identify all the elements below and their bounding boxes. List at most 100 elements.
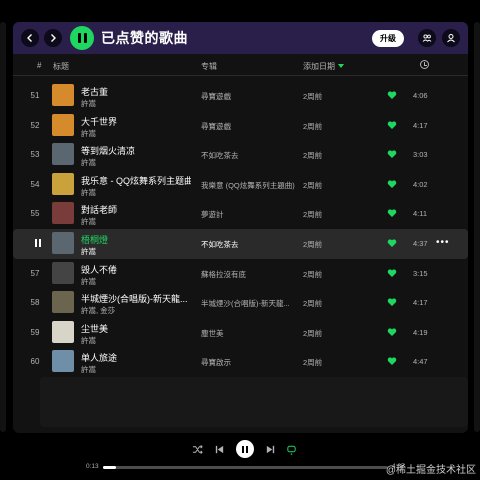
album-art: [52, 261, 74, 284]
progress-fill: [103, 466, 117, 469]
track-album[interactable]: 蘇格拉沒有底: [201, 269, 246, 280]
sort-descending-icon: [338, 64, 344, 68]
track-album[interactable]: 不如吃茶去: [201, 150, 239, 161]
shuffle-button[interactable]: [190, 442, 204, 456]
track-album[interactable]: 塵世美: [201, 328, 224, 339]
column-date-added[interactable]: 添加日期: [303, 61, 335, 72]
column-num: #: [37, 61, 42, 70]
liked-heart-icon[interactable]: [387, 120, 397, 130]
track-artist[interactable]: 許嵩: [81, 157, 96, 168]
track-row[interactable]: 55對話老師許嵩夢遊計2周前4:11•••: [13, 199, 468, 229]
track-row[interactable]: 51老古董許嵩尋寶遊戲2周前4:06•••: [13, 81, 468, 111]
track-row[interactable]: 52大千世界許嵩尋寶遊戲2周前4:17•••: [13, 111, 468, 141]
track-row[interactable]: 53等到烟火清凉許嵩不如吃茶去2周前3:03•••: [13, 140, 468, 170]
track-album[interactable]: 夢遊計: [201, 209, 224, 220]
track-number: 59: [30, 327, 40, 337]
liked-heart-icon[interactable]: [387, 90, 397, 100]
track-artist[interactable]: 許嵩: [81, 98, 96, 109]
track-number: 58: [30, 298, 40, 308]
track-artist[interactable]: 許嵩: [81, 246, 96, 257]
liked-heart-icon[interactable]: [387, 208, 397, 218]
playlist-header: 已点赞的歌曲 升级: [13, 22, 468, 54]
album-art: [52, 84, 74, 106]
profile-button[interactable]: [442, 29, 460, 47]
track-duration: 3:15: [413, 268, 428, 278]
next-button[interactable]: [263, 442, 277, 456]
elapsed-time: 0:13: [86, 463, 99, 470]
track-row[interactable]: 59尘世美許嵩塵世美2周前4:19•••: [13, 318, 468, 348]
track-title[interactable]: 尘世美: [81, 322, 108, 335]
play-pause-button[interactable]: [236, 440, 254, 458]
track-title[interactable]: 我乐意 - QQ炫舞系列主题曲: [81, 174, 191, 187]
track-album[interactable]: 尋寶遊戲: [201, 91, 231, 102]
track-title[interactable]: 毁人不倦: [81, 263, 117, 276]
track-artist[interactable]: 許嵩: [81, 364, 96, 375]
liked-heart-icon[interactable]: [387, 149, 397, 159]
track-duration: 4:47: [413, 357, 428, 367]
track-album[interactable]: 不如吃茶去: [201, 239, 239, 250]
track-title[interactable]: 梧桐燈: [81, 233, 108, 246]
progress-bar[interactable]: [103, 466, 388, 469]
track-artist[interactable]: 許嵩: [81, 187, 96, 198]
liked-heart-icon[interactable]: [387, 179, 397, 189]
track-artist[interactable]: 許嵩: [81, 335, 96, 346]
track-row[interactable]: 54 我乐意 - QQ炫舞系列主题曲 許嵩 我樂意 (QQ炫舞系列主題曲) 2周前 4:0…: [13, 170, 468, 200]
chevron-left-icon: [27, 34, 32, 42]
liked-heart-icon[interactable]: [387, 327, 397, 337]
liked-heart-icon[interactable]: [387, 268, 397, 278]
track-album[interactable]: 尋寶遊戲: [201, 121, 231, 132]
column-album[interactable]: 专辑: [201, 61, 217, 72]
liked-heart-icon[interactable]: [387, 238, 397, 248]
track-row[interactable]: 60单人旅途許嵩尋寶啟示2周前4:47•••: [13, 347, 468, 377]
album-art: [52, 291, 74, 314]
liked-heart-icon[interactable]: [387, 356, 397, 366]
track-duration: 4:37: [413, 238, 428, 248]
track-artist[interactable]: 許嵩: [81, 276, 96, 287]
track-artist[interactable]: 許嵩, 金莎: [81, 305, 115, 316]
track-title[interactable]: 等到烟火清凉: [81, 144, 135, 157]
track-date-added: 2周前: [303, 180, 323, 190]
shuffle-icon: [192, 444, 203, 454]
back-button[interactable]: [21, 29, 39, 47]
track-number: 60: [30, 357, 40, 367]
clock-icon: [420, 60, 429, 69]
track-row[interactable]: 梧桐燈 許嵩 不如吃茶去 2周前 4:37 •••: [13, 228, 468, 259]
track-title[interactable]: 對話老師: [81, 203, 117, 216]
right-sidebar-edge: [474, 22, 480, 432]
track-date-added: 2周前: [303, 269, 323, 279]
track-number: 51: [30, 91, 40, 100]
watermark: @稀土掘金技术社区: [385, 465, 476, 476]
track-title[interactable]: 老古董: [81, 85, 108, 98]
track-row[interactable]: 57毁人不倦許嵩蘇格拉沒有底2周前3:15•••: [13, 259, 468, 289]
track-album[interactable]: 我樂意 (QQ炫舞系列主題曲): [201, 180, 295, 191]
track-artist[interactable]: 許嵩: [81, 128, 96, 139]
pause-icon: [77, 33, 81, 43]
liked-heart-icon[interactable]: [387, 297, 397, 307]
track-list: 51老古董許嵩尋寶遊戲2周前4:06•••52大千世界許嵩尋寶遊戲2周前4:17…: [13, 81, 468, 377]
track-date-added: 2周前: [303, 210, 323, 220]
track-album[interactable]: 半城煙沙(合唱版)-新天龍...: [201, 298, 290, 309]
track-artist[interactable]: 許嵩: [81, 216, 96, 227]
skip-back-icon: [215, 445, 223, 453]
forward-button[interactable]: [44, 29, 62, 47]
track-title[interactable]: 单人旅途: [81, 351, 117, 364]
playlist-pause-button[interactable]: [70, 26, 94, 50]
track-album[interactable]: 尋寶啟示: [201, 357, 231, 368]
repeat-button[interactable]: [284, 442, 298, 456]
track-title[interactable]: 大千世界: [81, 115, 117, 128]
user-icon: [447, 34, 455, 43]
album-art: [52, 350, 74, 373]
pause-icon[interactable]: [35, 238, 42, 247]
column-title[interactable]: 标题: [53, 61, 69, 72]
upgrade-button[interactable]: 升级: [372, 29, 404, 47]
track-row[interactable]: 58 半城煙沙(合唱版)-新天龍... 許嵩, 金莎 半城煙沙(合唱版)-新天龍...…: [13, 288, 468, 318]
pause-icon-bar: [246, 445, 248, 453]
track-title[interactable]: 半城煙沙(合唱版)-新天龍...: [81, 292, 188, 305]
track-number: 55: [30, 209, 40, 219]
previous-button[interactable]: [212, 442, 226, 456]
track-date-added: 2周前: [303, 92, 323, 101]
more-options-icon[interactable]: •••: [436, 237, 450, 248]
friend-activity-button[interactable]: [418, 29, 436, 47]
list-footer-area: [40, 377, 468, 427]
track-duration: 4:17: [413, 120, 428, 130]
